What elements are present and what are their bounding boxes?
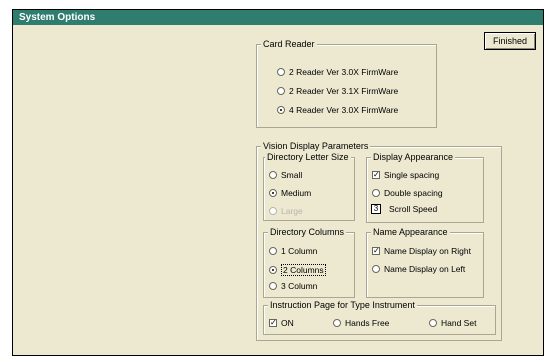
radio-icon[interactable] bbox=[277, 68, 285, 76]
option-label: Hands Free bbox=[345, 318, 390, 328]
option-label: Name Display on Right bbox=[384, 246, 471, 256]
radio-icon[interactable] bbox=[269, 171, 277, 179]
radio-icon[interactable] bbox=[269, 247, 277, 255]
radio-selected-icon[interactable] bbox=[269, 266, 277, 274]
instruction-hand-set[interactable]: Hand Set bbox=[429, 318, 476, 328]
finished-button[interactable]: Finished bbox=[484, 32, 536, 50]
instruction-hands-free[interactable]: Hands Free bbox=[333, 318, 389, 328]
card-reader-option-2r-30x[interactable]: 2 Reader Ver 3.0X FirmWare bbox=[277, 67, 398, 77]
display-appearance-group: Display Appearance ✓ Single spacing Doub… bbox=[366, 151, 484, 223]
name-display-left[interactable]: Name Display on Left bbox=[372, 264, 465, 274]
columns-2[interactable]: 2 Columns bbox=[269, 264, 326, 276]
option-label: Small bbox=[281, 170, 303, 180]
letter-size-small[interactable]: Small bbox=[269, 170, 302, 180]
radio-icon[interactable] bbox=[277, 87, 285, 95]
letter-size-group: Directory Letter Size Small Medium Large bbox=[263, 151, 355, 221]
option-label: 4 Reader Ver 3.0X FirmWare bbox=[289, 105, 399, 115]
letter-size-large[interactable]: Large bbox=[269, 206, 303, 216]
radio-icon[interactable] bbox=[269, 207, 277, 215]
radio-icon[interactable] bbox=[372, 189, 380, 197]
window-title: System Options bbox=[13, 10, 543, 25]
card-reader-option-4r-30x[interactable]: 4 Reader Ver 3.0X FirmWare bbox=[277, 105, 398, 115]
card-reader-group: Card Reader 2 Reader Ver 3.0X FirmWare 2… bbox=[256, 38, 437, 128]
single-spacing-option[interactable]: ✓ Single spacing bbox=[372, 170, 439, 180]
name-appearance-label: Name Appearance bbox=[371, 226, 450, 238]
directory-columns-label: Directory Columns bbox=[268, 226, 347, 238]
scroll-speed-option[interactable]: 3 Scroll Speed bbox=[371, 204, 437, 214]
columns-3[interactable]: 3 Column bbox=[269, 281, 317, 291]
radio-icon[interactable] bbox=[372, 265, 380, 273]
option-label: Large bbox=[281, 206, 303, 216]
option-label: Name Display on Left bbox=[384, 264, 466, 274]
card-reader-option-2r-31x[interactable]: 2 Reader Ver 3.1X FirmWare bbox=[277, 86, 398, 96]
letter-size-medium[interactable]: Medium bbox=[269, 188, 311, 198]
radio-selected-icon[interactable] bbox=[277, 106, 285, 114]
name-display-right[interactable]: ✓ Name Display on Right bbox=[372, 246, 471, 256]
letter-size-label: Directory Letter Size bbox=[265, 151, 351, 163]
directory-columns-group: Directory Columns 1 Column 2 Columns 3 C… bbox=[263, 226, 355, 298]
radio-icon[interactable] bbox=[333, 319, 341, 327]
option-label: Single spacing bbox=[384, 170, 440, 180]
system-options-window: System Options Finished Card Reader 2 Re… bbox=[12, 9, 544, 356]
option-label: 2 Reader Ver 3.1X FirmWare bbox=[289, 86, 399, 96]
double-spacing-option[interactable]: Double spacing bbox=[372, 188, 443, 198]
checkbox-checked-icon[interactable]: ✓ bbox=[372, 247, 380, 255]
option-label: Double spacing bbox=[384, 188, 443, 198]
option-label: 2 Columns bbox=[281, 264, 326, 276]
display-appearance-label: Display Appearance bbox=[371, 151, 456, 163]
name-appearance-group: Name Appearance ✓ Name Display on Right … bbox=[366, 226, 484, 298]
vision-display-group: Vision Display Parameters Directory Lett… bbox=[256, 140, 502, 341]
instruction-page-group: Instruction Page for Type Instrument ✓ O… bbox=[263, 299, 496, 335]
radio-icon[interactable] bbox=[269, 282, 277, 290]
option-label: 3 Column bbox=[281, 281, 318, 291]
option-label: Scroll Speed bbox=[389, 204, 438, 214]
columns-1[interactable]: 1 Column bbox=[269, 246, 317, 256]
radio-icon[interactable] bbox=[429, 319, 437, 327]
instruction-on[interactable]: ✓ ON bbox=[269, 318, 294, 328]
option-label: 2 Reader Ver 3.0X FirmWare bbox=[289, 67, 399, 77]
radio-selected-icon[interactable] bbox=[269, 189, 277, 197]
card-reader-label: Card Reader bbox=[261, 38, 317, 50]
option-label: ON bbox=[281, 318, 294, 328]
checkbox-checked-icon[interactable]: ✓ bbox=[372, 171, 380, 179]
option-label: Medium bbox=[281, 188, 312, 198]
checkbox-checked-icon[interactable]: ✓ bbox=[269, 319, 277, 327]
scroll-speed-input[interactable]: 3 bbox=[371, 204, 381, 214]
option-label: 1 Column bbox=[281, 246, 318, 256]
instruction-page-label: Instruction Page for Type Instrument bbox=[268, 299, 417, 311]
option-label: Hand Set bbox=[441, 318, 477, 328]
